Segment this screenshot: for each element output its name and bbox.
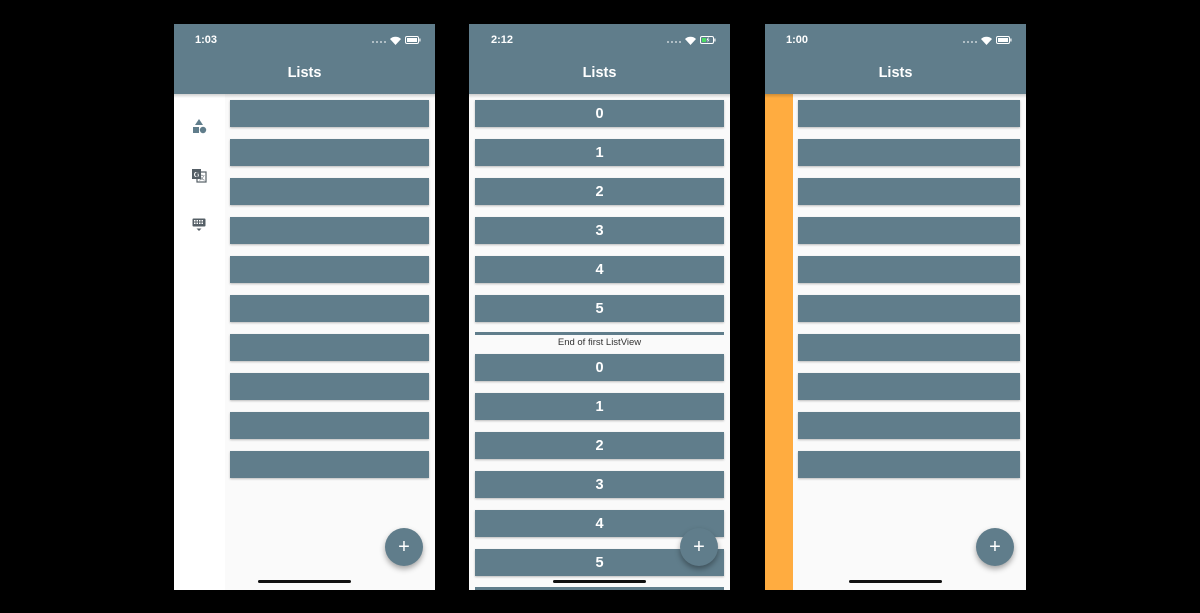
- list-item[interactable]: 3: [475, 471, 724, 498]
- list-item[interactable]: [798, 373, 1020, 400]
- list-item[interactable]: [230, 100, 429, 127]
- cellular-signal-icon: [372, 35, 386, 45]
- list-item[interactable]: [230, 256, 429, 283]
- list-item[interactable]: [230, 451, 429, 478]
- list-item[interactable]: [230, 412, 429, 439]
- app-bar: 1:03 Lists: [174, 24, 435, 94]
- home-indicator[interactable]: [849, 580, 942, 583]
- app-bar: 1:00 Lists: [765, 24, 1026, 94]
- cellular-signal-icon: [963, 35, 977, 45]
- page-title: Lists: [878, 65, 913, 81]
- navigation-rail: G 文: [174, 94, 225, 590]
- list-item[interactable]: [230, 139, 429, 166]
- wifi-icon: [981, 36, 992, 45]
- list-item[interactable]: [798, 451, 1020, 478]
- list-item[interactable]: [230, 334, 429, 361]
- status-time: 1:00: [786, 34, 809, 46]
- status-icons: [963, 35, 1012, 45]
- list-item[interactable]: [798, 217, 1020, 244]
- list-item[interactable]: 1: [475, 393, 724, 420]
- list-item[interactable]: 1: [475, 139, 724, 166]
- page-title: Lists: [582, 65, 617, 81]
- battery-charging-icon: [700, 36, 716, 44]
- add-button[interactable]: +: [385, 528, 423, 566]
- keyboard-hide-icon[interactable]: [191, 217, 207, 233]
- list-item[interactable]: [230, 295, 429, 322]
- list-item[interactable]: 2: [475, 432, 724, 459]
- add-button[interactable]: +: [976, 528, 1014, 566]
- status-time: 1:03: [195, 34, 218, 46]
- list-item-partial: [475, 587, 724, 590]
- list-item[interactable]: 5: [475, 295, 724, 322]
- list-item[interactable]: [798, 178, 1020, 205]
- list-item[interactable]: [798, 139, 1020, 166]
- home-indicator[interactable]: [258, 580, 351, 583]
- app-bar: 2:12 Lists: [469, 24, 730, 94]
- list-item[interactable]: [798, 412, 1020, 439]
- list-item[interactable]: [798, 295, 1020, 322]
- list-item[interactable]: [230, 373, 429, 400]
- list-item[interactable]: [798, 334, 1020, 361]
- list-item[interactable]: [230, 217, 429, 244]
- list-item[interactable]: 0: [475, 354, 724, 381]
- list-item[interactable]: [230, 178, 429, 205]
- list-item[interactable]: 3: [475, 217, 724, 244]
- status-time: 2:12: [491, 34, 514, 46]
- add-icon: +: [989, 535, 1001, 558]
- phone-screen-navigation-rail: 1:03 Lists G 文 +: [174, 24, 435, 590]
- add-icon: +: [693, 535, 705, 558]
- list-item[interactable]: [798, 100, 1020, 127]
- list-item[interactable]: 0: [475, 100, 724, 127]
- translate-icon[interactable]: G 文: [191, 167, 207, 183]
- page-title: Lists: [287, 65, 322, 81]
- phone-screen-stacked-lists: 2:12 Lists 0 1 2 3 4 5 End of first List…: [469, 24, 730, 590]
- battery-icon: [405, 36, 421, 44]
- shapes-icon[interactable]: [191, 118, 207, 134]
- status-icons: [667, 35, 716, 45]
- list-item[interactable]: 2: [475, 178, 724, 205]
- phone-screen-side-stripe: 1:00 Lists +: [765, 24, 1026, 590]
- cellular-signal-icon: [667, 35, 681, 45]
- battery-icon: [996, 36, 1012, 44]
- side-stripe: [765, 94, 793, 590]
- list-item[interactable]: [798, 256, 1020, 283]
- wifi-icon: [390, 36, 401, 45]
- add-button[interactable]: +: [680, 528, 718, 566]
- svg-text:文: 文: [199, 174, 205, 182]
- add-icon: +: [398, 535, 410, 558]
- wifi-icon: [685, 36, 696, 45]
- status-icons: [372, 35, 421, 45]
- home-indicator[interactable]: [553, 580, 646, 583]
- list-item[interactable]: 4: [475, 256, 724, 283]
- list-separator-label: End of first ListView: [475, 335, 724, 351]
